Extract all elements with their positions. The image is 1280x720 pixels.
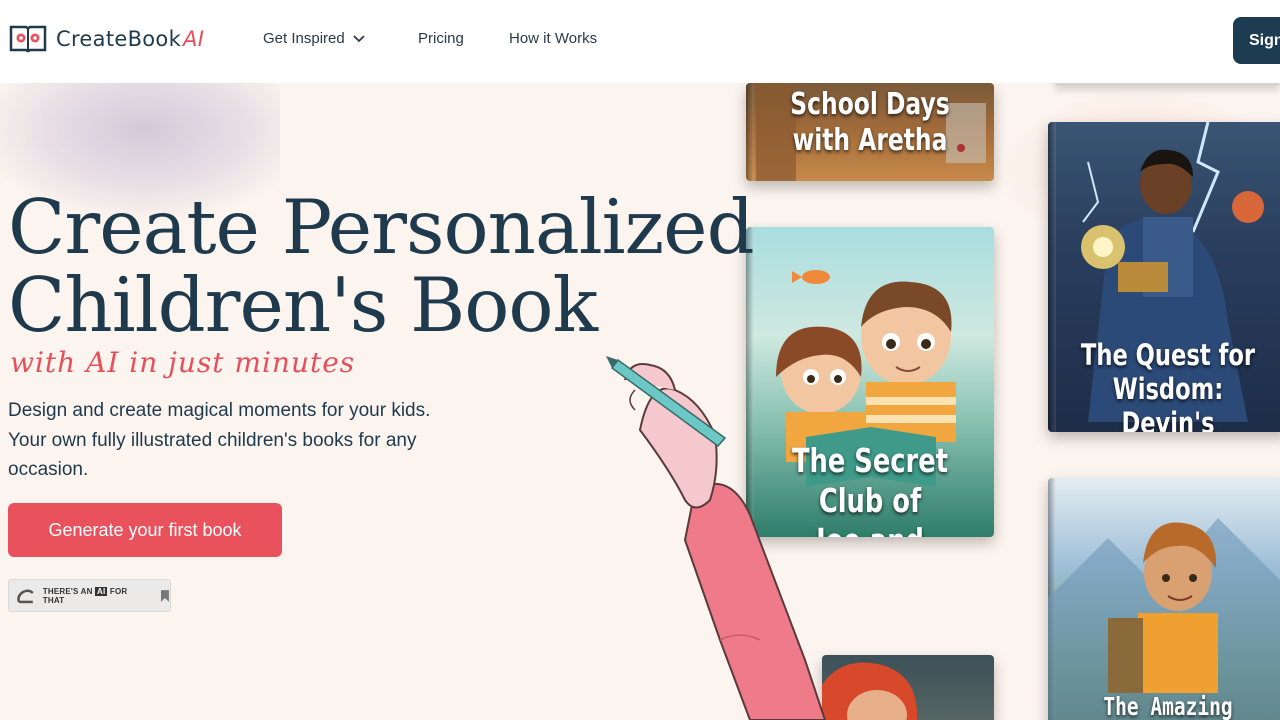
book-title: The Quest for Wisdom: Devin's Journey: [1080, 338, 1256, 432]
nav-pricing-label: Pricing: [418, 30, 464, 47]
badge-logo-icon: [17, 589, 34, 603]
boy-hiker-illustration: [1048, 518, 1280, 720]
brand-logo[interactable]: CreateBookAI: [8, 22, 204, 56]
drawing-hand-illustration: [606, 356, 827, 720]
nav-how-it-works-label: How it Works: [509, 30, 598, 47]
hero-title: Create Personalized Children's Book: [8, 183, 755, 349]
redhead-girl-illustration: [822, 662, 917, 720]
nav-get-inspired-label: Get Inspired: [263, 30, 345, 47]
book-title: School Days with Aretha: [790, 87, 950, 158]
nav-get-inspired[interactable]: Get Inspired: [263, 30, 418, 47]
book-title: The Amazing: [1103, 692, 1233, 720]
sign-in-button[interactable]: Sign: [1233, 17, 1280, 64]
badge-text: THERE'S AN AI FOR THAT: [42, 586, 128, 605]
top-navbar: CreateBookAI Get Inspired Pricing How it…: [0, 0, 1280, 83]
generate-book-button[interactable]: Generate your first book: [8, 503, 282, 557]
book-cover-the-amazing[interactable]: The Amazing: [1048, 478, 1280, 720]
book-cover-school-days[interactable]: School Days with Aretha: [746, 83, 994, 181]
hero-tagline: with AI in just minutes: [10, 346, 356, 379]
hero-title-line2: Children's Book: [8, 261, 598, 349]
brand-name: CreateBookAI: [56, 27, 205, 51]
nav-how-it-works[interactable]: How it Works: [509, 30, 597, 47]
hero-description: Design and create magical moments for yo…: [8, 400, 431, 480]
nav-links: Get Inspired Pricing How it Works: [263, 30, 597, 47]
chevron-down-icon: [353, 34, 365, 42]
book-cover-partial-bottom[interactable]: [822, 655, 994, 720]
theres-an-ai-for-that-badge[interactable]: THERE'S AN AI FOR THAT: [8, 579, 171, 612]
hero-title-line1: Create Personalized: [8, 183, 755, 271]
book-cover-quest-for-wisdom[interactable]: The Quest for Wisdom: Devin's Journey: [1048, 122, 1280, 432]
book-logo-icon: [8, 22, 48, 56]
nav-pricing[interactable]: Pricing: [418, 30, 509, 47]
bookmark-icon: [161, 589, 170, 602]
